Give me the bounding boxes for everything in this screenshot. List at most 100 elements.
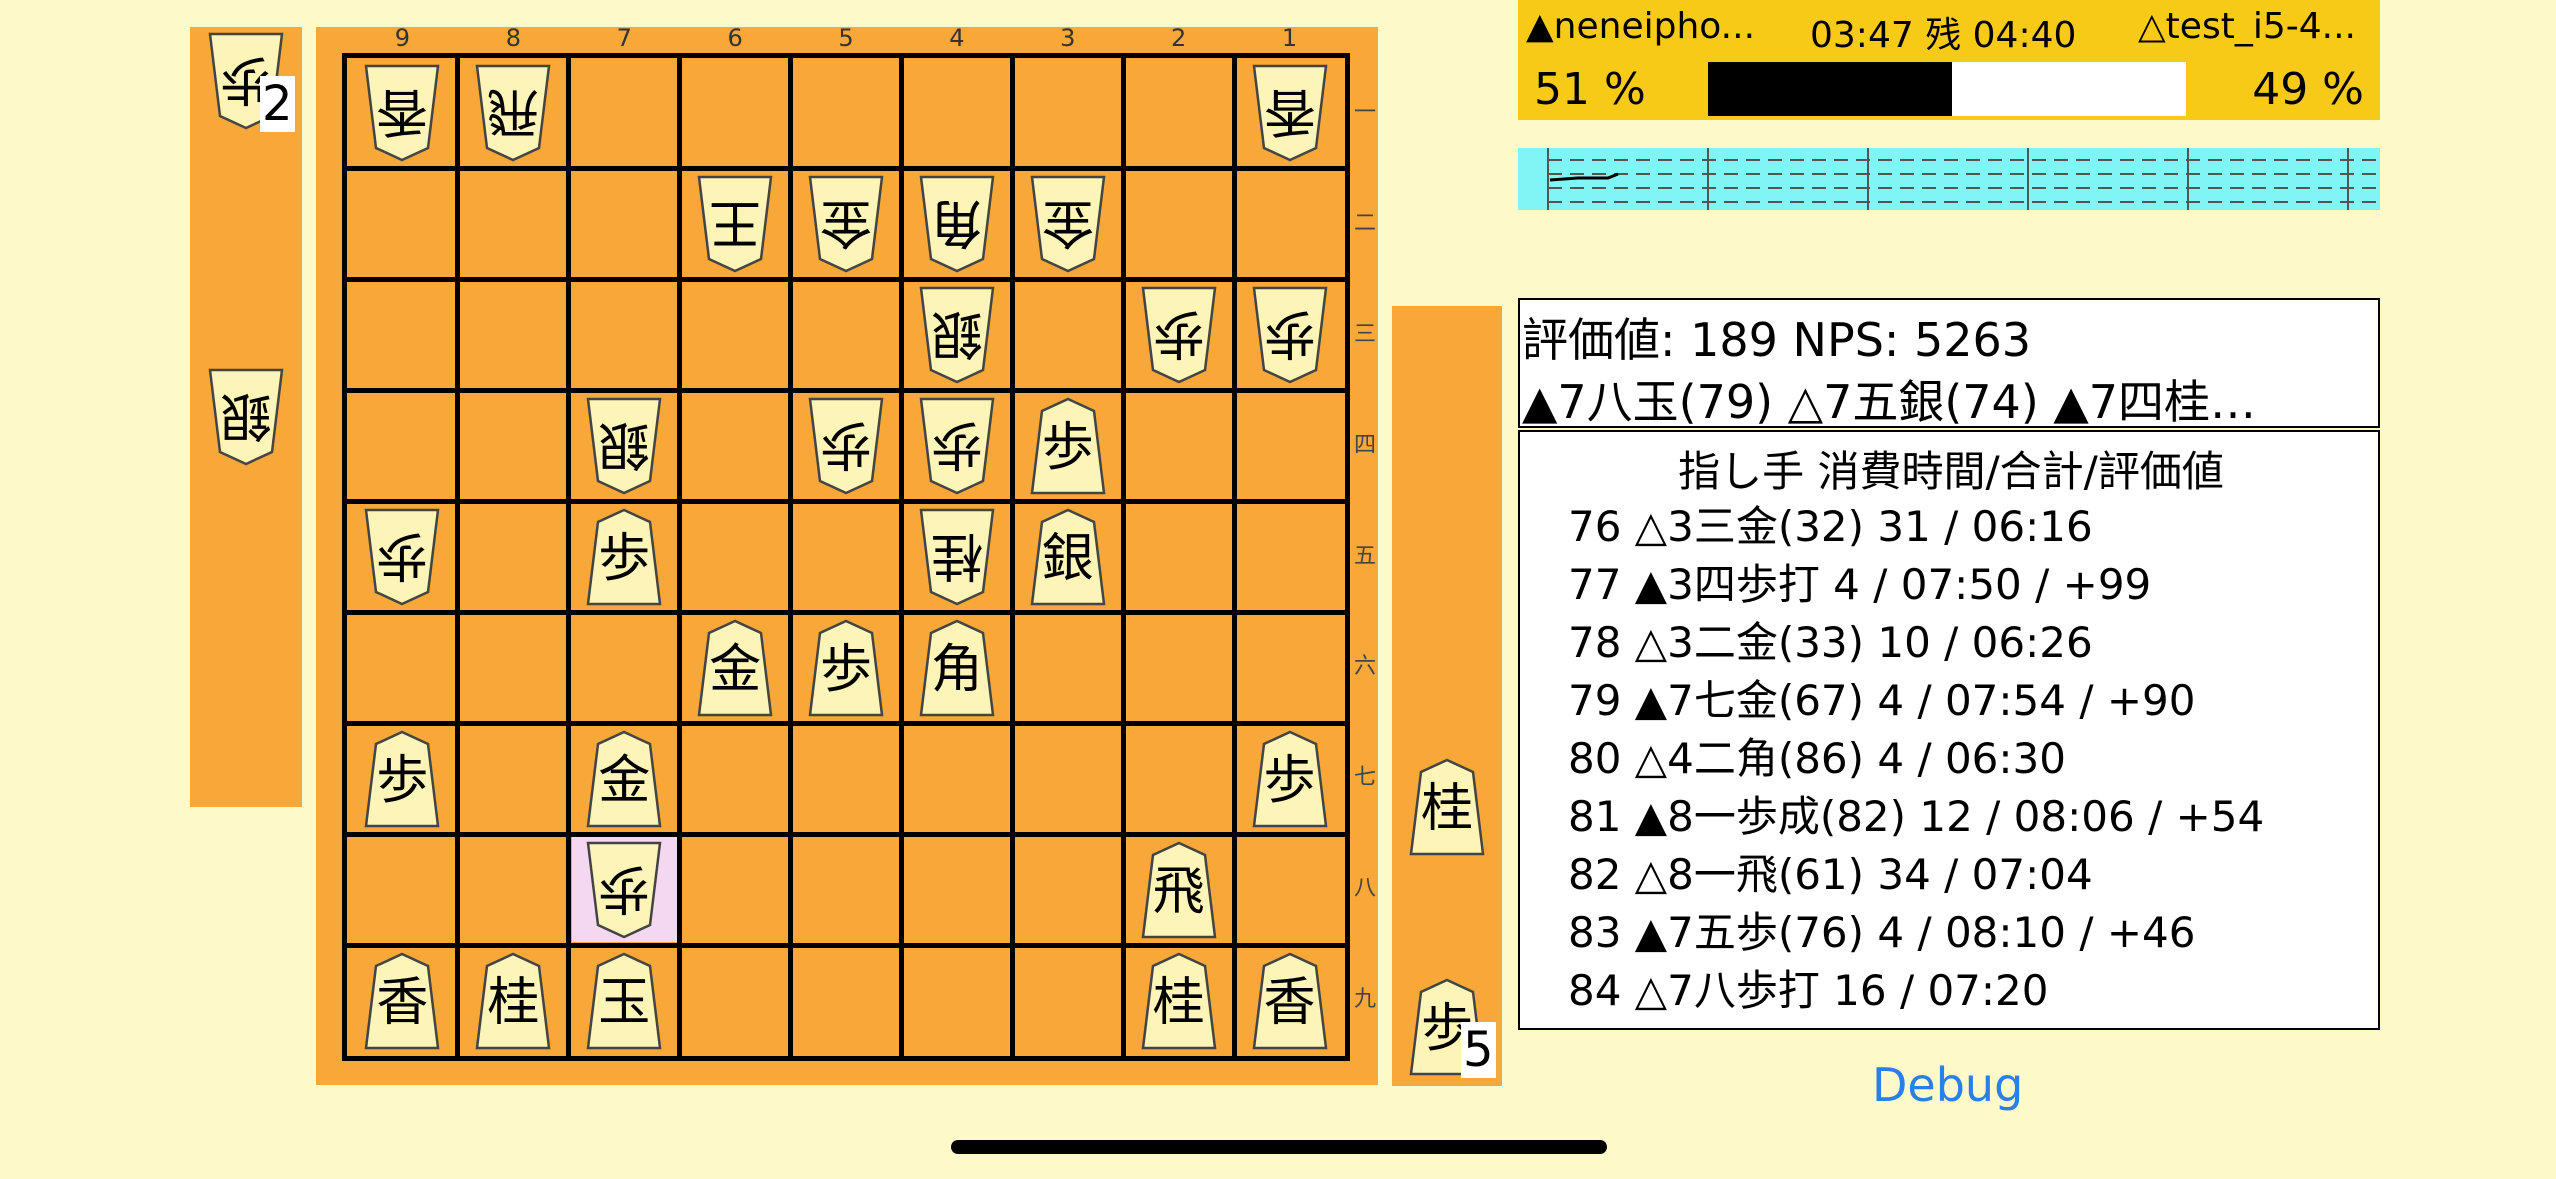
sente-win-percent: 51 % xyxy=(1534,64,1646,115)
piece-glyph: 金 xyxy=(820,192,873,253)
piece-gote-lance[interactable]: 香 xyxy=(1252,64,1328,162)
piece-gote-rook[interactable]: 飛 xyxy=(475,64,551,162)
piece-glyph: 銀 xyxy=(220,385,273,445)
kifu-move-row[interactable]: 81 ▲8一歩成(82) 12 / 08:06 / +54 xyxy=(1568,788,2264,846)
rank-label: 一 xyxy=(1353,100,1376,125)
piece-glyph: 桂 xyxy=(1152,972,1205,1033)
piece-glyph: 角 xyxy=(930,192,983,253)
piece-sente-pawn[interactable]: 歩 xyxy=(1030,397,1106,495)
evaluation-timeline-graph[interactable] xyxy=(1518,148,2380,210)
kifu-move-row[interactable]: 78 △3二金(33) 10 / 06:26 xyxy=(1568,614,2093,672)
piece-sente-knight[interactable]: 桂 xyxy=(1141,952,1217,1050)
piece-glyph: 桂 xyxy=(930,525,983,585)
piece-glyph: 歩 xyxy=(1263,750,1316,811)
piece-gote-pawn[interactable]: 歩 xyxy=(1252,286,1328,384)
piece-glyph: 歩 xyxy=(819,639,872,700)
board-grid-line xyxy=(347,166,1345,172)
piece-gote-knight[interactable]: 桂 xyxy=(919,508,995,606)
piece-glyph: 香 xyxy=(376,81,429,142)
piece-glyph: 歩 xyxy=(1041,418,1094,479)
file-label: 1 xyxy=(1281,24,1298,52)
piece-sente-lance[interactable]: 香 xyxy=(1252,952,1328,1050)
kifu-move-row[interactable]: 82 △8一飛(61) 34 / 07:04 xyxy=(1568,846,2093,904)
piece-sente-rook[interactable]: 飛 xyxy=(1141,841,1217,939)
board-grid-line xyxy=(566,58,572,1056)
engine-evaluation-panel: 評価値: 189 NPS: 5263 ▲7八玉(79) △7五銀(74) ▲7四… xyxy=(1518,298,2380,429)
board-grid-line xyxy=(788,58,794,1056)
piece-gote-gold[interactable]: 金 xyxy=(808,175,884,273)
kifu-move-row[interactable]: 79 ▲7七金(67) 4 / 07:54 / +90 xyxy=(1568,672,2195,730)
piece-sente-king[interactable]: 玉 xyxy=(586,952,662,1050)
kifu-move-row[interactable]: 80 △4二角(86) 4 / 06:30 xyxy=(1568,730,2066,788)
board-grid-line xyxy=(455,58,461,1056)
piece-gote-pawn[interactable]: 歩 xyxy=(586,841,662,939)
piece-gote-silver[interactable]: 銀 xyxy=(919,286,995,384)
piece-glyph: 銀 xyxy=(930,303,983,364)
kifu-move-row[interactable]: 77 ▲3四歩打 4 / 07:50 / +99 xyxy=(1568,556,2151,614)
piece-sente-bishop[interactable]: 角 xyxy=(919,619,995,717)
piece-gote-gold[interactable]: 金 xyxy=(1030,175,1106,273)
rank-label: 四 xyxy=(1353,432,1376,458)
piece-gote-pawn[interactable]: 歩 xyxy=(364,508,440,606)
home-indicator[interactable] xyxy=(951,1140,1607,1154)
file-label: 8 xyxy=(505,24,521,52)
piece-sente-knight[interactable]: 桂 xyxy=(475,952,551,1050)
file-label: 3 xyxy=(1060,24,1076,52)
board-grid-line xyxy=(898,58,904,1056)
kifu-move-row[interactable]: 83 ▲7五歩(76) 4 / 08:10 / +46 xyxy=(1568,904,2195,962)
piece-gote-pawn[interactable]: 歩 xyxy=(808,397,884,495)
piece-glyph: 金 xyxy=(598,750,651,811)
sente-komadai[interactable] xyxy=(1392,306,1502,1086)
win-rate-bar-fill xyxy=(1708,62,1952,116)
board-grid-line xyxy=(347,499,1345,505)
board-grid-line xyxy=(1120,58,1126,1056)
timeline-grid xyxy=(1547,148,2380,210)
principal-variation: ▲7八玉(79) △7五銀(74) ▲7四桂… xyxy=(1522,375,2257,429)
piece-sente-pawn[interactable]: 歩 xyxy=(808,619,884,717)
piece-glyph: 歩 xyxy=(598,529,651,589)
hand-piece-count: 5 xyxy=(1461,1022,1496,1078)
piece-gote-king[interactable]: 王 xyxy=(697,175,773,273)
board-grid-line xyxy=(347,388,1345,394)
file-label: 9 xyxy=(394,24,411,52)
kifu-move-row[interactable]: 76 △3三金(32) 31 / 06:16 xyxy=(1568,498,2093,556)
rank-label: 五 xyxy=(1353,543,1376,569)
piece-glyph: 飛 xyxy=(487,81,540,142)
piece-glyph: 歩 xyxy=(930,414,983,475)
piece-gote-pawn[interactable]: 歩 xyxy=(1141,286,1217,384)
piece-hand-gote-silver[interactable]: 銀 xyxy=(208,368,284,466)
kifu-move-row[interactable]: 84 △7八歩打 16 / 07:20 xyxy=(1568,962,2049,1020)
piece-sente-lance[interactable]: 香 xyxy=(364,952,440,1050)
piece-glyph: 銀 xyxy=(598,414,651,475)
rank-label: 七 xyxy=(1353,765,1376,791)
piece-sente-pawn[interactable]: 歩 xyxy=(1252,730,1328,828)
board-grid-line xyxy=(347,831,1345,837)
rank-label: 八 xyxy=(1353,876,1376,902)
board-grid-line xyxy=(1231,58,1237,1056)
piece-hand-sente-knight[interactable]: 桂 xyxy=(1409,758,1485,856)
piece-glyph: 歩 xyxy=(1152,303,1205,364)
piece-glyph: 金 xyxy=(709,639,762,700)
debug-button[interactable]: Debug xyxy=(1872,1058,2023,1112)
piece-glyph: 歩 xyxy=(376,525,429,585)
piece-glyph: 歩 xyxy=(1263,303,1316,364)
piece-sente-gold[interactable]: 金 xyxy=(586,730,662,828)
piece-glyph: 銀 xyxy=(1041,529,1094,589)
piece-sente-silver[interactable]: 銀 xyxy=(1030,508,1106,606)
piece-gote-pawn[interactable]: 歩 xyxy=(919,397,995,495)
piece-glyph: 玉 xyxy=(598,972,651,1033)
gote-win-percent: 49 % xyxy=(2252,64,2364,115)
kifu-header: 指し手 消費時間/合計/評価値 xyxy=(1678,447,2224,496)
piece-glyph: 歩 xyxy=(820,414,873,475)
kifu-move-list[interactable]: 指し手 消費時間/合計/評価値 76 △3三金(32) 31 / 06:16 77… xyxy=(1518,430,2380,1030)
piece-gote-bishop[interactable]: 角 xyxy=(919,175,995,273)
piece-sente-pawn[interactable]: 歩 xyxy=(364,730,440,828)
piece-glyph: 香 xyxy=(1263,972,1316,1033)
piece-gote-silver[interactable]: 銀 xyxy=(586,397,662,495)
board-grid-line xyxy=(677,58,683,1056)
piece-gote-lance[interactable]: 香 xyxy=(364,64,440,162)
piece-glyph: 香 xyxy=(376,972,429,1033)
piece-sente-gold[interactable]: 金 xyxy=(697,619,773,717)
board-grid-line xyxy=(347,609,1345,615)
piece-sente-pawn[interactable]: 歩 xyxy=(586,508,662,606)
